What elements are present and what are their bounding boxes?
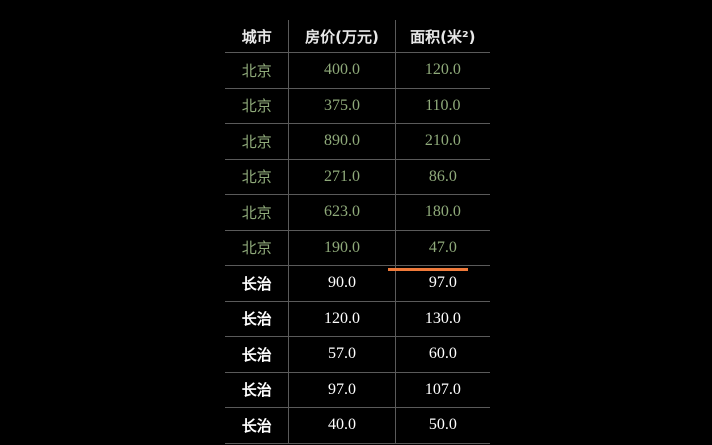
cell-price: 623.0 <box>288 194 396 231</box>
cell-area: 47.0 <box>395 230 490 266</box>
cell-area: 110.0 <box>395 88 490 124</box>
cell-city: 长治 <box>225 301 290 337</box>
cell-area: 50.0 <box>395 407 490 444</box>
cell-city: 长治 <box>225 336 290 373</box>
cell-price: 90.0 <box>288 265 396 302</box>
cell-price: 375.0 <box>288 88 396 124</box>
cell-price: 190.0 <box>288 230 396 266</box>
cell-price: 890.0 <box>288 123 396 160</box>
cell-city: 北京 <box>225 230 290 266</box>
cell-area: 120.0 <box>395 52 490 89</box>
header-price: 房价(万元) <box>288 20 396 53</box>
table-row: 北京 375.0 110.0 <box>225 88 490 124</box>
table-row: 长治 57.0 60.0 <box>225 336 490 373</box>
cell-city: 北京 <box>225 159 290 195</box>
cell-area: 107.0 <box>395 372 490 408</box>
cell-city: 长治 <box>225 372 290 408</box>
cell-price: 120.0 <box>288 301 396 337</box>
table-row: 北京 271.0 86.0 <box>225 159 490 195</box>
cell-area: 60.0 <box>395 336 490 373</box>
cell-city: 长治 <box>225 265 290 302</box>
cell-price: 400.0 <box>288 52 396 89</box>
cell-city: 北京 <box>225 194 290 231</box>
cell-city: 北京 <box>225 88 290 124</box>
table-row: 北京 400.0 120.0 <box>225 52 490 89</box>
housing-data-table: 城市 房价(万元) 面积(米²) 北京 400.0 120.0 北京 375.0 110.… <box>225 20 490 444</box>
cell-city: 北京 <box>225 52 290 89</box>
header-city: 城市 <box>225 20 290 53</box>
cell-price: 40.0 <box>288 407 396 444</box>
cell-price: 271.0 <box>288 159 396 195</box>
table-row: 北京 890.0 210.0 <box>225 123 490 160</box>
cell-area: 210.0 <box>395 123 490 160</box>
cell-area: 86.0 <box>395 159 490 195</box>
cell-area: 180.0 <box>395 194 490 231</box>
table-row: 北京 623.0 180.0 <box>225 194 490 231</box>
cell-area: 130.0 <box>395 301 490 337</box>
cell-city: 长治 <box>225 407 290 444</box>
table-row: 北京 190.0 47.0 <box>225 230 490 266</box>
table-row: 长治 40.0 50.0 <box>225 407 490 444</box>
table-row: 长治 120.0 130.0 <box>225 301 490 337</box>
table-body: 北京 400.0 120.0 北京 375.0 110.0 北京 890.0 210.0 北京 27… <box>225 52 490 444</box>
table-header-row: 城市 房价(万元) 面积(米²) <box>225 20 490 53</box>
cell-city: 北京 <box>225 123 290 160</box>
table-row: 长治 97.0 107.0 <box>225 372 490 408</box>
data-table-container: 城市 房价(万元) 面积(米²) 北京 400.0 120.0 北京 375.0 110.… <box>225 20 490 444</box>
header-area: 面积(米²) <box>395 20 490 53</box>
highlight-underline <box>388 268 468 271</box>
cell-price: 57.0 <box>288 336 396 373</box>
cell-price: 97.0 <box>288 372 396 408</box>
